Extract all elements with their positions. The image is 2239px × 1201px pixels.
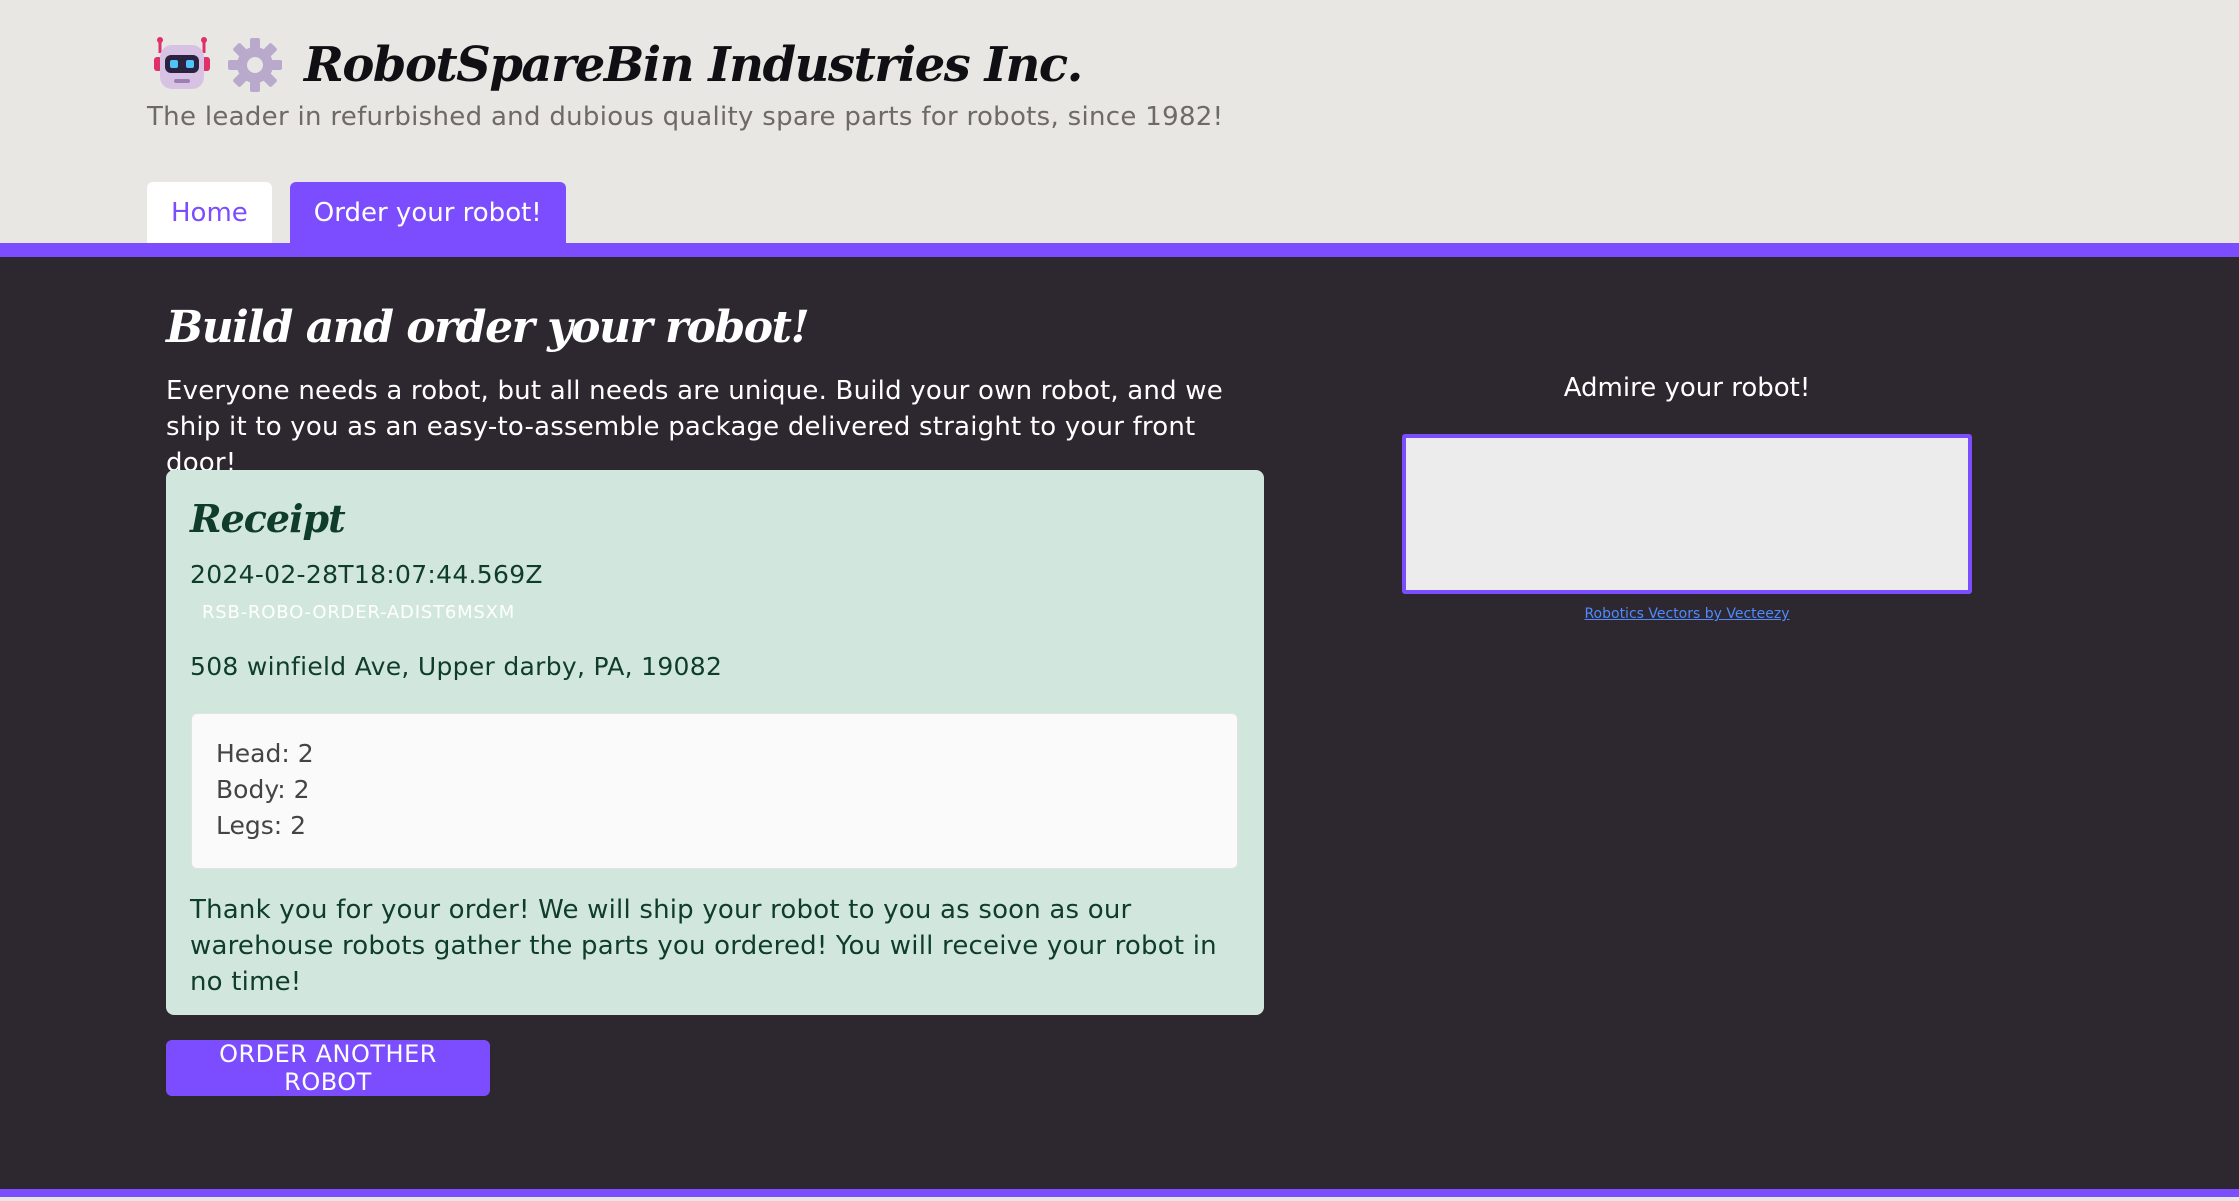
order-another-robot-button[interactable]: ORDER ANOTHER ROBOT (166, 1040, 490, 1096)
robot-face-icon (152, 35, 212, 95)
footer-divider (0, 1189, 2239, 1197)
thank-you-message: Thank you for your order! We will ship y… (190, 895, 1217, 997)
site-header: RobotSpareBin Industries Inc. The leader… (0, 0, 2239, 243)
page-title: Build and order your robot! (166, 302, 810, 353)
site-tagline: The leader in refurbished and dubious qu… (147, 102, 1224, 132)
parts-list: Head: 2 Body: 2 Legs: 2 (191, 713, 1238, 869)
preview-heading: Admire your robot! (1563, 373, 1811, 403)
brand: RobotSpareBin Industries Inc. (152, 30, 1083, 100)
receipt-title: Receipt (190, 496, 346, 541)
robot-preview-image (1402, 434, 1972, 594)
part-legs: Legs: 2 (216, 811, 307, 840)
intro-text: Everyone needs a robot, but all needs ar… (166, 376, 1223, 478)
site-title: RobotSpareBin Industries Inc. (304, 37, 1083, 93)
part-head: Head: 2 (216, 739, 314, 768)
tab-order-your-robot[interactable]: Order your robot! (289, 182, 566, 243)
main-nav: Home Order your robot! (147, 182, 566, 243)
receipt-panel: Receipt 2024-02-28T18:07:44.569Z RSB-ROB… (166, 470, 1264, 1015)
receipt-timestamp: 2024-02-28T18:07:44.569Z (190, 560, 543, 589)
gear-icon (226, 36, 284, 94)
tab-home[interactable]: Home (147, 182, 272, 243)
order-id-badge: RSB-ROBO-ORDER-ADIST6MSXM (202, 602, 516, 623)
vecteezy-credit-link[interactable]: Robotics Vectors by Vecteezy (1403, 606, 1971, 622)
part-body: Body: 2 (216, 775, 310, 804)
header-divider (0, 243, 2239, 257)
shipping-address: 508 winfield Ave, Upper darby, PA, 19082 (190, 652, 723, 681)
footer-strip (0, 1197, 2239, 1201)
